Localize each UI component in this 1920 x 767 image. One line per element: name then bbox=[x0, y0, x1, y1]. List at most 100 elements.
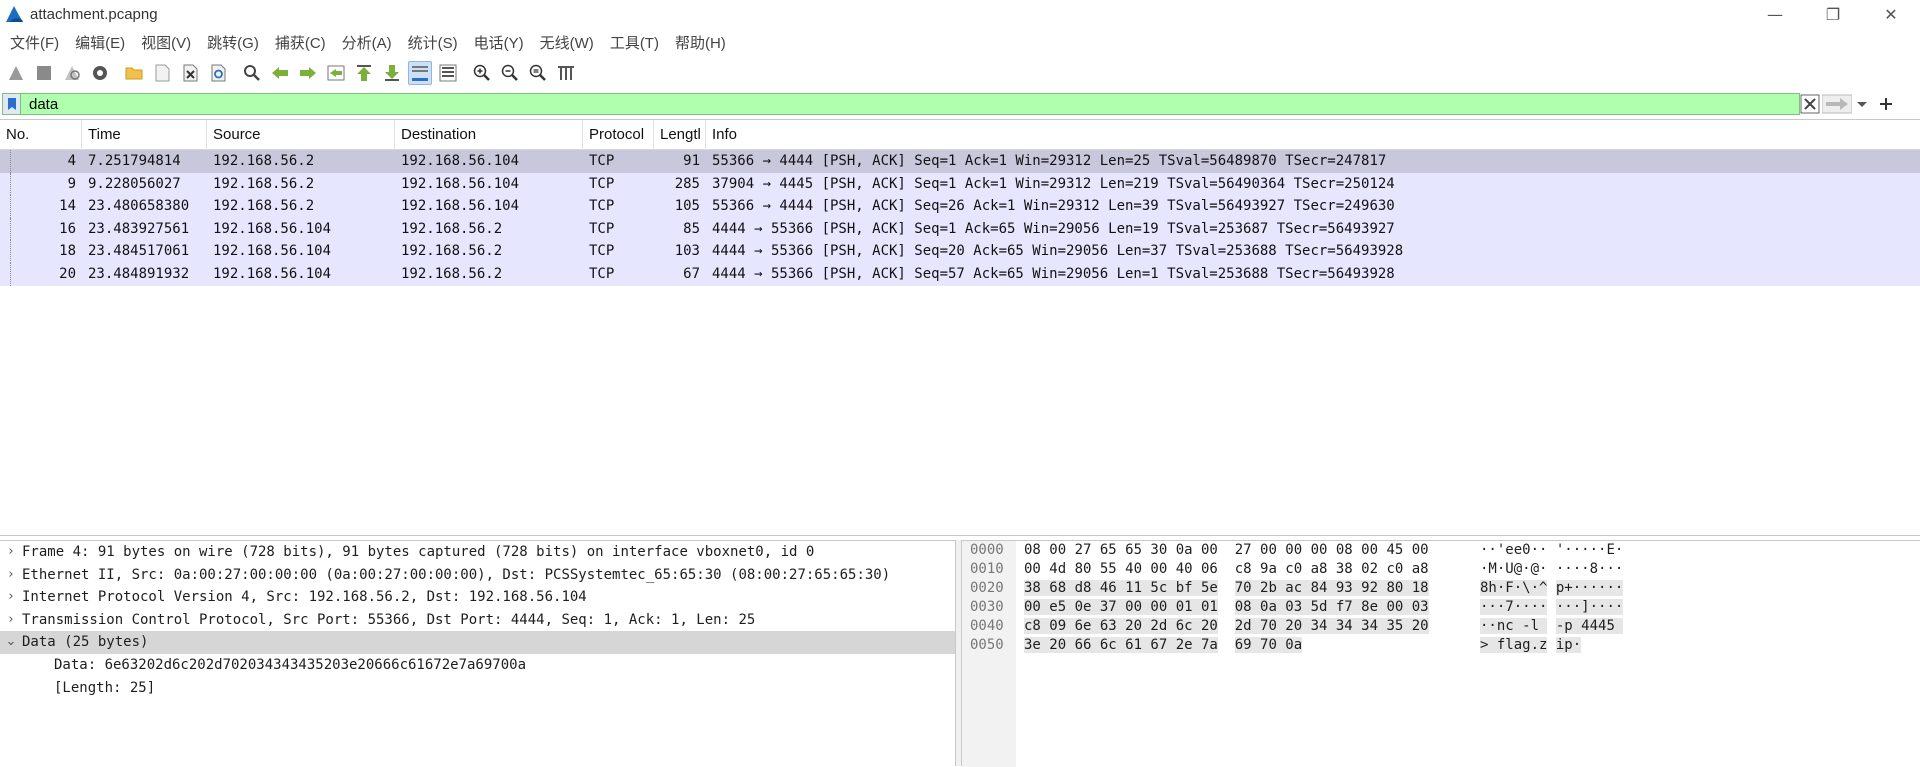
column-header-length[interactable]: Lengtl bbox=[654, 120, 706, 150]
menu-tools[interactable]: 工具(T) bbox=[602, 32, 667, 53]
detail-row-frame[interactable]: › Frame 4: 91 bytes on wire (728 bits), … bbox=[0, 541, 955, 564]
ascii-row[interactable]: 8h·F·\·^ p+······ bbox=[1480, 579, 1624, 598]
ascii-row[interactable]: ·M·U@·@· ····8··· bbox=[1480, 560, 1623, 579]
ascii-row[interactable]: ···7···· ···]···· bbox=[1480, 598, 1624, 617]
hex-bytes[interactable]: 27 00 00 00 08 00 45 00 bbox=[1235, 542, 1429, 558]
add-filter-button-icon[interactable] bbox=[1878, 94, 1894, 114]
ascii-bytes[interactable]: > flag.z bbox=[1480, 637, 1548, 653]
open-file-icon[interactable] bbox=[122, 61, 146, 85]
packet-row[interactable]: 4 7.251794814 192.168.56.2 192.168.56.104 TC… bbox=[0, 150, 1920, 173]
menu-wireless[interactable]: 无线(W) bbox=[532, 32, 602, 53]
expand-arrow-icon[interactable]: › bbox=[0, 541, 22, 564]
column-header-source[interactable]: Source bbox=[207, 120, 395, 150]
detail-row-ethernet[interactable]: › Ethernet II, Src: 0a:00:27:00:00:00 (0… bbox=[0, 564, 955, 587]
ascii-bytes[interactable]: 8h·F·\·^ bbox=[1480, 580, 1548, 596]
go-back-icon[interactable] bbox=[268, 61, 292, 85]
zoom-out-icon[interactable] bbox=[498, 61, 522, 85]
menu-view[interactable]: 视图(V) bbox=[133, 32, 199, 53]
ascii-row[interactable]: ··nc -l -p 4445 bbox=[1480, 617, 1624, 636]
go-to-packet-icon[interactable] bbox=[324, 61, 348, 85]
hex-bytes[interactable]: 38 68 d8 46 11 5c bf 5e bbox=[1024, 580, 1218, 596]
minimize-button[interactable]: — bbox=[1746, 0, 1804, 28]
go-first-packet-icon[interactable] bbox=[352, 61, 376, 85]
expand-arrow-icon[interactable]: › bbox=[0, 609, 22, 632]
ascii-bytes[interactable]: ip· bbox=[1555, 637, 1582, 653]
expand-arrow-icon[interactable]: › bbox=[0, 564, 22, 587]
ascii-bytes[interactable]: ·M·U@·@· bbox=[1480, 561, 1547, 577]
hex-row[interactable]: 08 00 27 65 65 30 0a 00 27 00 00 00 08 0… bbox=[1024, 541, 1429, 560]
column-header-destination[interactable]: Destination bbox=[395, 120, 583, 150]
hex-bytes[interactable]: 69 70 0a bbox=[1234, 637, 1303, 653]
ascii-bytes[interactable]: '·····E· bbox=[1556, 542, 1623, 558]
packet-row[interactable]: 14 23.480658380 192.168.56.2 192.168.56.104… bbox=[0, 195, 1920, 218]
packet-row[interactable]: 18 23.484517061 192.168.56.104 192.168.56.2… bbox=[0, 240, 1920, 263]
hex-bytes[interactable]: 08 0a 03 5d f7 8e 00 03 bbox=[1234, 599, 1429, 615]
packet-row[interactable]: 9 9.228056027 192.168.56.2 192.168.56.104 TC… bbox=[0, 172, 1920, 196]
close-file-icon[interactable] bbox=[178, 61, 202, 85]
column-header-protocol[interactable]: Protocol bbox=[583, 120, 654, 150]
hex-bytes[interactable]: 00 4d 80 55 40 00 40 06 bbox=[1024, 561, 1218, 577]
zoom-in-icon[interactable] bbox=[470, 61, 494, 85]
zoom-normal-icon[interactable] bbox=[526, 61, 550, 85]
expand-arrow-icon[interactable]: › bbox=[0, 586, 22, 609]
collapse-arrow-icon[interactable]: ⌄ bbox=[0, 631, 22, 654]
menu-help[interactable]: 帮助(H) bbox=[667, 32, 734, 53]
save-file-icon[interactable] bbox=[150, 61, 174, 85]
menu-file[interactable]: 文件(F) bbox=[2, 32, 67, 53]
hex-row[interactable]: 00 4d 80 55 40 00 40 06 c8 9a c0 a8 38 0… bbox=[1024, 560, 1429, 579]
close-button[interactable]: ✕ bbox=[1862, 0, 1920, 28]
ascii-bytes[interactable]: ···]···· bbox=[1555, 599, 1624, 615]
ascii-bytes[interactable]: ··'ee0·· bbox=[1480, 542, 1547, 558]
reload-file-icon[interactable] bbox=[206, 61, 230, 85]
ascii-bytes[interactable]: ····8··· bbox=[1556, 561, 1623, 577]
autoscroll-icon[interactable] bbox=[408, 61, 432, 85]
detail-row-tcp[interactable]: › Transmission Control Protocol, Src Por… bbox=[0, 609, 955, 632]
resize-columns-icon[interactable] bbox=[554, 61, 578, 85]
menu-telephony[interactable]: 电话(Y) bbox=[466, 32, 532, 53]
display-filter-text[interactable]: data bbox=[29, 96, 58, 113]
hex-row[interactable]: 38 68 d8 46 11 5c bf 5e 70 2b ac 84 93 9… bbox=[1024, 579, 1429, 598]
hex-bytes[interactable]: 3e 20 66 6c 61 67 2e 7a bbox=[1024, 637, 1218, 653]
hex-row[interactable]: 00 e5 0e 37 00 00 01 01 08 0a 03 5d f7 8… bbox=[1024, 598, 1429, 617]
filter-history-dropdown-icon[interactable] bbox=[1854, 94, 1870, 114]
hex-bytes[interactable]: 00 e5 0e 37 00 00 01 01 bbox=[1024, 599, 1218, 615]
detail-row-data[interactable]: ⌄ Data (25 bytes) bbox=[0, 631, 955, 654]
hex-bytes[interactable]: 08 00 27 65 65 30 0a 00 bbox=[1024, 542, 1218, 558]
ascii-row[interactable]: > flag.z ip· bbox=[1480, 636, 1623, 655]
filter-bookmark-icon[interactable] bbox=[3, 94, 21, 114]
ascii-bytes[interactable]: -p 4445 bbox=[1555, 618, 1624, 634]
column-header-no[interactable]: No. bbox=[0, 120, 82, 150]
capture-options-icon[interactable] bbox=[88, 61, 112, 85]
detail-row-data-payload[interactable]: Data: 6e63202d6c202d702034343435203e2066… bbox=[0, 654, 955, 677]
apply-filter-icon[interactable] bbox=[1822, 94, 1852, 114]
menu-analyze[interactable]: 分析(A) bbox=[334, 32, 400, 53]
column-header-time[interactable]: Time bbox=[82, 120, 207, 150]
display-filter-input[interactable]: data bbox=[2, 93, 1800, 115]
stop-capture-icon[interactable] bbox=[32, 61, 56, 85]
start-capture-icon[interactable] bbox=[4, 61, 28, 85]
find-packet-icon[interactable] bbox=[240, 61, 264, 85]
hex-bytes[interactable]: c8 09 6e 63 20 2d 6c 20 bbox=[1024, 618, 1218, 634]
ascii-bytes[interactable]: ···7···· bbox=[1480, 599, 1548, 615]
hex-bytes[interactable]: 70 2b ac 84 93 92 80 18 bbox=[1234, 580, 1429, 596]
packet-row[interactable]: 16 23.483927561 192.168.56.104 192.168.56.2… bbox=[0, 217, 1920, 241]
ascii-row[interactable]: ··'ee0·· '·····E· bbox=[1480, 541, 1623, 560]
maximize-button[interactable]: ❐ bbox=[1804, 0, 1862, 28]
ascii-bytes[interactable]: ··nc -l bbox=[1480, 618, 1548, 634]
detail-row-ipv4[interactable]: › Internet Protocol Version 4, Src: 192.… bbox=[0, 586, 955, 609]
clear-filter-icon[interactable] bbox=[1800, 94, 1820, 114]
packet-row[interactable]: 20 23.484891932 192.168.56.104 192.168.56.2… bbox=[0, 262, 1920, 286]
go-forward-icon[interactable] bbox=[296, 61, 320, 85]
ascii-bytes[interactable]: p+······ bbox=[1555, 580, 1624, 596]
menu-capture[interactable]: 捕获(C) bbox=[267, 32, 334, 53]
go-last-packet-icon[interactable] bbox=[380, 61, 404, 85]
menu-edit[interactable]: 编辑(E) bbox=[67, 32, 133, 53]
hex-bytes[interactable]: c8 9a c0 a8 38 02 c0 a8 bbox=[1235, 561, 1429, 577]
hex-row[interactable]: 3e 20 66 6c 61 67 2e 7a 69 70 0a bbox=[1024, 636, 1429, 655]
hex-row[interactable]: c8 09 6e 63 20 2d 6c 20 2d 70 20 34 34 3… bbox=[1024, 617, 1429, 636]
menu-go[interactable]: 跳转(G) bbox=[199, 32, 267, 53]
hex-bytes[interactable]: 2d 70 20 34 34 34 35 20 bbox=[1234, 618, 1429, 634]
menu-statistics[interactable]: 统计(S) bbox=[400, 32, 466, 53]
colorize-icon[interactable] bbox=[436, 61, 460, 85]
detail-row-data-length[interactable]: [Length: 25] bbox=[0, 677, 955, 700]
